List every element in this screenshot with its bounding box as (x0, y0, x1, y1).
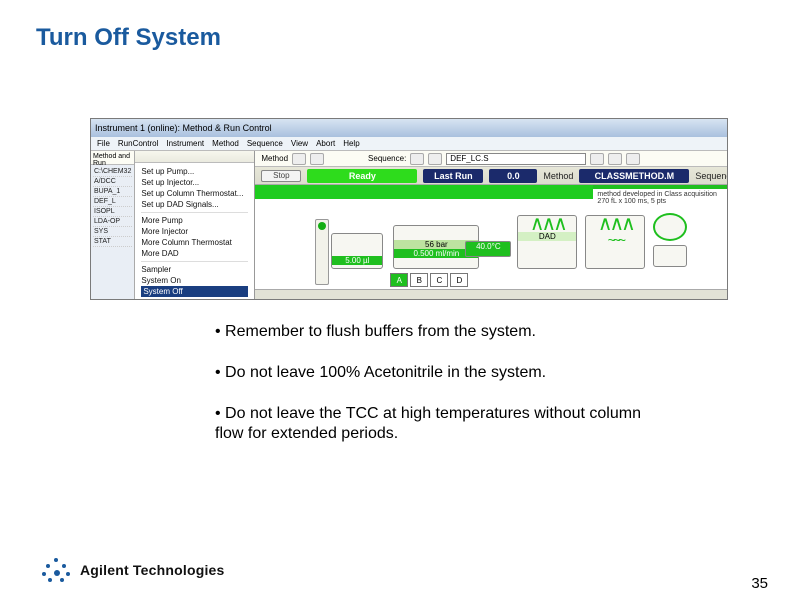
bullet-item: • Do not leave 100% Acetonitrile in the … (215, 363, 645, 384)
nav-tab[interactable]: Method and Run (91, 151, 134, 165)
menu-help[interactable]: Help (343, 139, 359, 148)
menu-abort[interactable]: Abort (316, 139, 335, 148)
ctx-item[interactable]: System On (141, 275, 248, 286)
dad-module[interactable]: ∧∧∧ DAD (517, 215, 577, 269)
peaks-icon: ∧∧∧ (518, 216, 576, 232)
ctx-item[interactable]: Set up Column Thermostat... (141, 188, 248, 199)
aux-module-icon[interactable] (653, 245, 687, 267)
tree-item[interactable]: DEF_L (93, 197, 132, 207)
toolbar-button[interactable] (590, 153, 604, 165)
info-card: method developed in Class acquisition 27… (593, 185, 728, 213)
dad-label: DAD (518, 232, 576, 241)
method-label: Method (543, 171, 573, 181)
tree-item[interactable]: A/DCC (93, 177, 132, 187)
ready-pill: Ready (307, 169, 417, 183)
solvent-a-box[interactable]: A (390, 273, 408, 287)
ctx-item[interactable]: Sampler (141, 264, 248, 275)
menu-view[interactable]: View (291, 139, 308, 148)
toolbar-button[interactable] (310, 153, 324, 165)
tree-item[interactable]: ISOPL (93, 207, 132, 217)
menu-runcontrol[interactable]: RunControl (118, 139, 158, 148)
embedded-screenshot: Instrument 1 (online): Method & Run Cont… (90, 118, 728, 300)
brand-text: Agilent Technologies (80, 562, 225, 578)
menubar[interactable]: File RunControl Instrument Method Sequen… (91, 137, 727, 151)
bullet-item: • Do not leave the TCC at high temperatu… (215, 404, 645, 446)
menu-file[interactable]: File (97, 139, 110, 148)
tree-item[interactable]: SYS (93, 227, 132, 237)
ctx-item[interactable]: Set up DAD Signals... (141, 199, 248, 210)
nav-panel: Method and Run C:\CHEM32 A/DCC BUPA_1 DE… (91, 151, 135, 300)
method-label: Method (261, 154, 288, 163)
slide-title: Turn Off System (0, 0, 792, 52)
stop-button[interactable]: Stop (261, 170, 301, 182)
aux-module-icon[interactable] (653, 213, 687, 241)
tree-item[interactable]: C:\CHEM32 (93, 167, 132, 177)
ctx-item[interactable]: More Pump (141, 215, 248, 226)
sequence-label: Sequence: (695, 171, 728, 181)
solvent-d-box[interactable]: D (450, 273, 468, 287)
method-pill: CLASSMETHOD.M (579, 169, 689, 183)
context-menu[interactable]: Set up Pump... Set up Injector... Set up… (135, 151, 255, 300)
toolbar-button[interactable] (428, 153, 442, 165)
toolbar: Method Sequence: DEF_LC.S (255, 151, 728, 167)
last-run-value: 0.0 (489, 169, 537, 183)
solvent-c-box[interactable]: C (430, 273, 448, 287)
tree-item[interactable]: STAT (93, 237, 132, 247)
ctx-item[interactable]: Set up Pump... (141, 166, 248, 177)
window-title: Instrument 1 (online): Method & Run Cont… (95, 123, 272, 133)
peaks-icon: ~~~ (586, 232, 644, 248)
toolbar-button[interactable] (608, 153, 622, 165)
window-titlebar: Instrument 1 (online): Method & Run Cont… (91, 119, 727, 137)
status-bar: Isocratic Pump Status (255, 289, 728, 300)
sample-carousel-icon (315, 219, 329, 285)
method-tree[interactable]: C:\CHEM32 A/DCC BUPA_1 DEF_L ISOPL LDA-O… (91, 165, 134, 249)
autosampler-module[interactable]: 5.00 µl (331, 233, 383, 269)
brand-logo: Agilent Technologies (42, 556, 225, 584)
bullet-item: • Remember to flush buffers from the sys… (215, 322, 645, 343)
last-run-pill: Last Run (423, 169, 483, 183)
solvent-b-box[interactable]: B (410, 273, 428, 287)
instrument-diagram: method developed in Class acquisition 27… (255, 185, 728, 300)
peaks-icon: ∧∧∧ (586, 216, 644, 232)
ctx-item-system-off[interactable]: System Off (141, 286, 248, 297)
menu-sequence[interactable]: Sequence (247, 139, 283, 148)
toolbar-button[interactable] (292, 153, 306, 165)
injection-volume: 5.00 µl (332, 256, 382, 265)
ctx-item[interactable]: More DAD (141, 248, 248, 259)
toolbar-button[interactable] (410, 153, 424, 165)
toolbar-button[interactable] (626, 153, 640, 165)
tree-item[interactable]: BUPA_1 (93, 187, 132, 197)
spark-icon (42, 556, 70, 584)
menu-method[interactable]: Method (212, 139, 239, 148)
tcc-temperature: 40.0°C (466, 242, 510, 251)
main-area: Method Sequence: DEF_LC.S Stop Ready Las… (255, 151, 728, 300)
run-status-bar: Stop Ready Last Run 0.0 Method CLASSMETH… (255, 167, 728, 185)
info-line2: 270 fL x 100 ms, 5 pts (597, 198, 728, 205)
fld-module[interactable]: ∧∧∧ ~~~ (585, 215, 645, 269)
tree-item[interactable]: LDA-OP (93, 217, 132, 227)
ctx-item[interactable]: More Injector (141, 226, 248, 237)
menu-instrument[interactable]: Instrument (166, 139, 204, 148)
sequence-label: Sequence: (368, 154, 406, 163)
info-line1: method developed in Class acquisition (597, 191, 728, 198)
sequence-dropdown[interactable]: DEF_LC.S (446, 153, 586, 165)
solvent-channels: A B C D (390, 273, 468, 287)
page-number: 35 (751, 575, 768, 592)
ctx-item[interactable]: More Column Thermostat (141, 237, 248, 248)
ctx-item[interactable]: Set up Injector... (141, 177, 248, 188)
bullet-list: • Remember to flush buffers from the sys… (215, 322, 645, 465)
tcc-module[interactable]: 40.0°C (465, 241, 511, 257)
